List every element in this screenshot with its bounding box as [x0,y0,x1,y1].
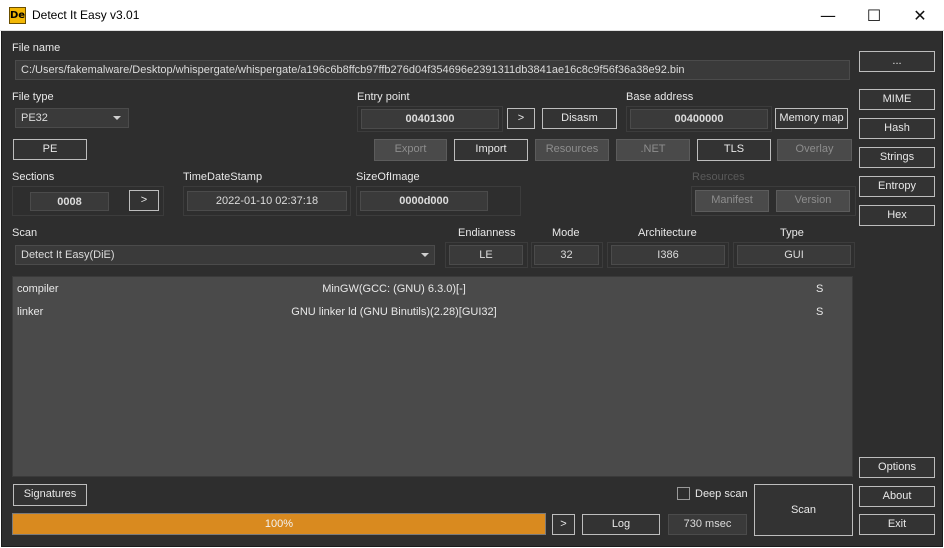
exit-button[interactable]: Exit [859,514,935,535]
progress-text: 100% [264,518,294,530]
scan-engine-value: Detect It Easy(DiE) [21,249,115,261]
entropy-button[interactable]: Entropy [859,176,935,197]
sections-label: Sections [12,171,55,183]
scan-results-panel[interactable]: compiler MinGW(GCC: (GNU) 6.3.0)[-] S li… [12,276,853,477]
scan-progress-bar: 100% [12,513,546,535]
entry-point-label: Entry point [357,91,410,103]
options-button[interactable]: Options [859,457,935,478]
strings-button[interactable]: Strings [859,147,935,168]
base-address-label: Base address [626,91,694,103]
resources-group-label: Resources [692,171,745,183]
endianness-label: Endianness [458,227,516,239]
architecture-label: Architecture [638,227,697,239]
minimize-icon[interactable]: — [805,0,851,31]
file-type-label: File type [12,91,54,103]
hex-button[interactable]: Hex [859,205,935,226]
hash-button[interactable]: Hash [859,118,935,139]
app-icon: De [9,7,26,24]
file-type-combo[interactable]: PE32 [15,108,129,128]
mode-label: Mode [552,227,580,239]
overlay-button[interactable]: Overlay [777,139,852,161]
maximize-icon[interactable]: ☐ [851,0,897,31]
browse-button[interactable]: ... [859,51,935,72]
sections-field[interactable]: 0008 [30,192,109,211]
entry-point-field[interactable]: 00401300 [361,109,499,129]
architecture-field[interactable]: I386 [611,245,725,265]
pe-button[interactable]: PE [13,139,87,160]
signatures-button[interactable]: Signatures [13,484,87,506]
timestamp-field[interactable]: 2022-01-10 02:37:18 [187,191,347,211]
title-bar: De Detect It Easy v3.01 — ☐ ✕ [0,0,944,31]
elapsed-time-field: 730 msec [668,514,747,535]
mime-button[interactable]: MIME [859,89,935,110]
tls-button[interactable]: TLS [697,139,771,161]
type-label: Type [780,227,804,239]
result-flag[interactable]: S [816,283,823,295]
chevron-down-icon [421,253,429,257]
scan-button[interactable]: Scan [754,484,853,536]
version-button[interactable]: Version [776,190,850,212]
dotnet-button[interactable]: .NET [616,139,690,161]
result-row[interactable]: linker GNU linker ld (GNU Binutils)(2.28… [13,302,852,322]
disasm-button[interactable]: Disasm [542,108,617,129]
resources-button[interactable]: Resources [535,139,609,161]
file-type-value: PE32 [21,112,48,124]
endianness-field[interactable]: LE [449,245,523,265]
timestamp-label: TimeDateStamp [183,171,263,183]
result-name: GNU linker ld (GNU Binutils)(2.28)[GUI32… [291,306,497,318]
about-button[interactable]: About [859,486,935,507]
base-address-field[interactable]: 00400000 [630,109,768,129]
window-title: Detect It Easy v3.01 [32,8,140,22]
export-button[interactable]: Export [374,139,447,161]
main-window: File name C:/Users/fakemalware/Desktop/w… [1,31,943,547]
result-flag[interactable]: S [816,306,823,318]
type-field[interactable]: GUI [737,245,851,265]
sections-go-button[interactable]: > [129,190,159,211]
progress-go-button[interactable]: > [552,514,575,535]
import-button[interactable]: Import [454,139,528,161]
manifest-button[interactable]: Manifest [695,190,769,212]
size-of-image-field[interactable]: 0000d000 [360,191,488,211]
file-name-label: File name [12,42,61,54]
deep-scan-checkbox[interactable] [677,487,690,500]
chevron-down-icon [113,116,121,120]
mode-field[interactable]: 32 [534,245,599,265]
result-row[interactable]: compiler MinGW(GCC: (GNU) 6.3.0)[-] S [13,279,852,299]
log-button[interactable]: Log [582,514,660,535]
scan-engine-combo[interactable]: Detect It Easy(DiE) [15,245,435,265]
file-path-field[interactable]: C:/Users/fakemalware/Desktop/whispergate… [15,60,850,80]
deep-scan-label: Deep scan [695,488,748,500]
entry-point-go-button[interactable]: > [507,108,535,129]
scan-label: Scan [12,227,38,239]
size-of-image-label: SizeOfImage [356,171,420,183]
close-icon[interactable]: ✕ [897,0,943,31]
result-name: MinGW(GCC: (GNU) 6.3.0)[-] [322,283,466,295]
memory-map-button[interactable]: Memory map [775,108,848,129]
